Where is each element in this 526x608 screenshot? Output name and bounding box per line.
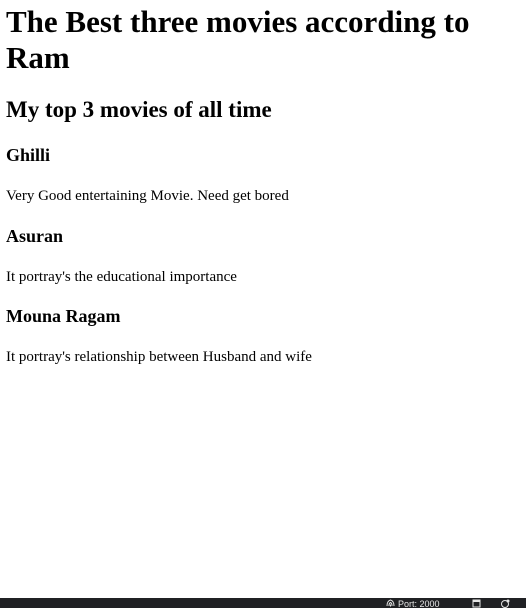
browser-viewport: The Best three movies according to Ram M…: [0, 0, 526, 598]
editor-status-bar: Port: 2000: [0, 598, 526, 608]
movie-title: Asuran: [6, 226, 64, 246]
section-subtitle: My top 3 movies of all time: [6, 97, 272, 122]
live-server-port[interactable]: Port: 2000: [386, 599, 440, 608]
movie-description: It portray's relationship between Husban…: [6, 349, 312, 365]
window-icon[interactable]: [472, 599, 482, 608]
port-label: Port: 2000: [398, 599, 440, 608]
broadcast-icon: [386, 599, 395, 607]
movie-description: Very Good entertaining Movie. Need get b…: [6, 188, 289, 204]
feedback-icon[interactable]: [500, 599, 510, 608]
movie-title: Ghilli: [6, 145, 51, 165]
movie-description: It portray's the educational importance: [6, 269, 237, 285]
movie-title: Mouna Ragam: [6, 306, 121, 326]
page-title: The Best three movies according to Ram: [6, 4, 470, 75]
